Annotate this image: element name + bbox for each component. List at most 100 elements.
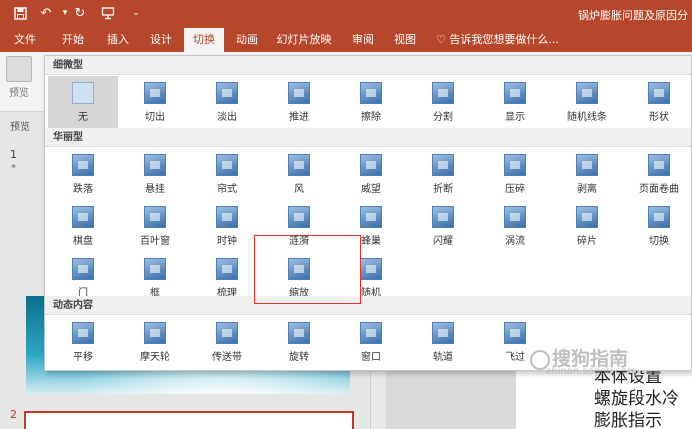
drape-transition-icon [144, 154, 166, 176]
tab-review[interactable]: 审阅 [342, 28, 384, 52]
section-exciting: 华丽型 [45, 128, 691, 147]
transition-push[interactable]: 推进 [264, 76, 334, 128]
slide-1-transition-star: * [11, 163, 16, 174]
ribbon-tabs: 文件 开始 插入 设计 切换 动画 幻灯片放映 审阅 视图 ♡ 告诉我您想要做什… [0, 28, 692, 52]
transition-wind[interactable]: 风 [264, 148, 334, 200]
shape-transition-icon [648, 82, 670, 104]
transition-vortex[interactable]: 涡流 [480, 200, 550, 252]
conveyor-transition-icon [216, 322, 238, 344]
peel-off-transition-icon [576, 154, 598, 176]
ripple-transition-icon [288, 206, 310, 228]
undo-icon[interactable]: ↶ [38, 5, 54, 21]
transition-window[interactable]: 窗口 [336, 316, 406, 368]
rotate-transition-icon [288, 322, 310, 344]
redo-icon[interactable]: ↻ [72, 5, 88, 21]
page-curl-transition-icon [648, 154, 670, 176]
transition-prestige[interactable]: 威望 [336, 148, 406, 200]
slide-2-thumbnail[interactable] [24, 411, 354, 429]
transition-glitter[interactable]: 闪耀 [408, 200, 478, 252]
transition-peel-off[interactable]: 剥离 [552, 148, 622, 200]
prestige-transition-icon [360, 154, 382, 176]
tab-transitions[interactable]: 切换 [184, 28, 224, 52]
crush-transition-icon [504, 154, 526, 176]
transition-conveyor[interactable]: 传送带 [192, 316, 262, 368]
present-from-start-icon[interactable] [100, 5, 116, 21]
cut-transition-icon [144, 82, 166, 104]
none-transition-icon [72, 82, 94, 104]
transition-curtains[interactable]: 帘式 [192, 148, 262, 200]
transition-crush[interactable]: 压碎 [480, 148, 550, 200]
box-transition-icon [144, 258, 166, 280]
section-subtle: 细微型 [45, 56, 691, 75]
watermark-url: zhinan.sogou.com [546, 366, 638, 377]
tab-file[interactable]: 文件 [4, 28, 46, 52]
vortex-transition-icon [504, 206, 526, 228]
fracture-transition-icon [432, 154, 454, 176]
push-transition-icon [288, 82, 310, 104]
undo-dropdown-icon[interactable]: ▾ [57, 5, 73, 21]
curtains-transition-icon [216, 154, 238, 176]
preview-button[interactable]: 预览 [6, 56, 32, 99]
transition-fall-over[interactable]: 跌落 [48, 148, 118, 200]
title-bar: ↶ ▾ ↻ ⌄ 锅炉膨胀问题及原因分 [0, 0, 692, 28]
ferris-wheel-transition-icon [144, 322, 166, 344]
save-icon[interactable] [12, 5, 28, 21]
tab-insert[interactable]: 插入 [97, 28, 139, 52]
doors-transition-icon [72, 258, 94, 280]
transition-shred[interactable]: 碎片 [552, 200, 622, 252]
transition-random-bars[interactable]: 随机线条 [552, 76, 622, 128]
section-dynamic-content: 动态内容 [45, 296, 691, 315]
orbit-transition-icon [432, 322, 454, 344]
random-bars-transition-icon [576, 82, 598, 104]
tab-design[interactable]: 设计 [140, 28, 182, 52]
tell-me-search[interactable]: ♡ 告诉我您想要做什么... [436, 28, 559, 52]
transition-pan[interactable]: 平移 [48, 316, 118, 368]
fade-transition-icon [216, 82, 238, 104]
random-transition-icon [360, 258, 382, 280]
transition-fade[interactable]: 淡出 [192, 76, 262, 128]
checkerboard-transition-icon [72, 206, 94, 228]
window-transition-icon [360, 322, 382, 344]
transition-blinds[interactable]: 百叶窗 [120, 200, 190, 252]
transition-clock[interactable]: 时钟 [192, 200, 262, 252]
wipe-transition-icon [360, 82, 382, 104]
split-transition-icon [432, 82, 454, 104]
slide-2-number: 2 [10, 408, 17, 421]
slide-text-line: 膨胀指示 [594, 411, 662, 429]
wind-transition-icon [288, 154, 310, 176]
window-title: 锅炉膨胀问题及原因分 [578, 9, 688, 22]
zoom-highlight-box [254, 235, 361, 304]
transition-wipe[interactable]: 擦除 [336, 76, 406, 128]
transition-page-curl[interactable]: 页面卷曲 [624, 148, 691, 200]
tab-home[interactable]: 开始 [52, 28, 94, 52]
tab-animations[interactable]: 动画 [226, 28, 268, 52]
tab-view[interactable]: 视图 [384, 28, 426, 52]
transition-none[interactable]: 无 [48, 76, 118, 128]
slide-1-number: 1 [10, 148, 17, 161]
clock-transition-icon [216, 206, 238, 228]
transition-ferris-wheel[interactable]: 摩天轮 [120, 316, 190, 368]
comb-transition-icon [216, 258, 238, 280]
preview-button-label: 预览 [9, 88, 29, 99]
transition-rotate[interactable]: 旋转 [264, 316, 334, 368]
tab-slide-show[interactable]: 幻灯片放映 [272, 28, 336, 52]
transition-orbit[interactable]: 轨道 [408, 316, 478, 368]
customize-toolbar-icon[interactable]: ⌄ [128, 5, 144, 21]
transition-split[interactable]: 分割 [408, 76, 478, 128]
pan-transition-icon [72, 322, 94, 344]
shred-transition-icon [576, 206, 598, 228]
fall-over-transition-icon [72, 154, 94, 176]
preview-group-label: 预览 [10, 122, 30, 133]
transition-drape[interactable]: 悬挂 [120, 148, 190, 200]
transition-checkerboard[interactable]: 棋盘 [48, 200, 118, 252]
fly-through-transition-icon [504, 322, 526, 344]
transitions-gallery: 细微型 无 切出 淡出 推进 擦除 分割 显示 随机线条 形状 华丽型 跌落 悬… [44, 55, 692, 371]
transition-shape[interactable]: 形状 [624, 76, 691, 128]
transition-fracture[interactable]: 折断 [408, 148, 478, 200]
transition-switch[interactable]: 切换 [624, 200, 691, 252]
glitter-transition-icon [432, 206, 454, 228]
preview-icon [6, 56, 32, 82]
transition-cut[interactable]: 切出 [120, 76, 190, 128]
switch-transition-icon [648, 206, 670, 228]
transition-reveal[interactable]: 显示 [480, 76, 550, 128]
